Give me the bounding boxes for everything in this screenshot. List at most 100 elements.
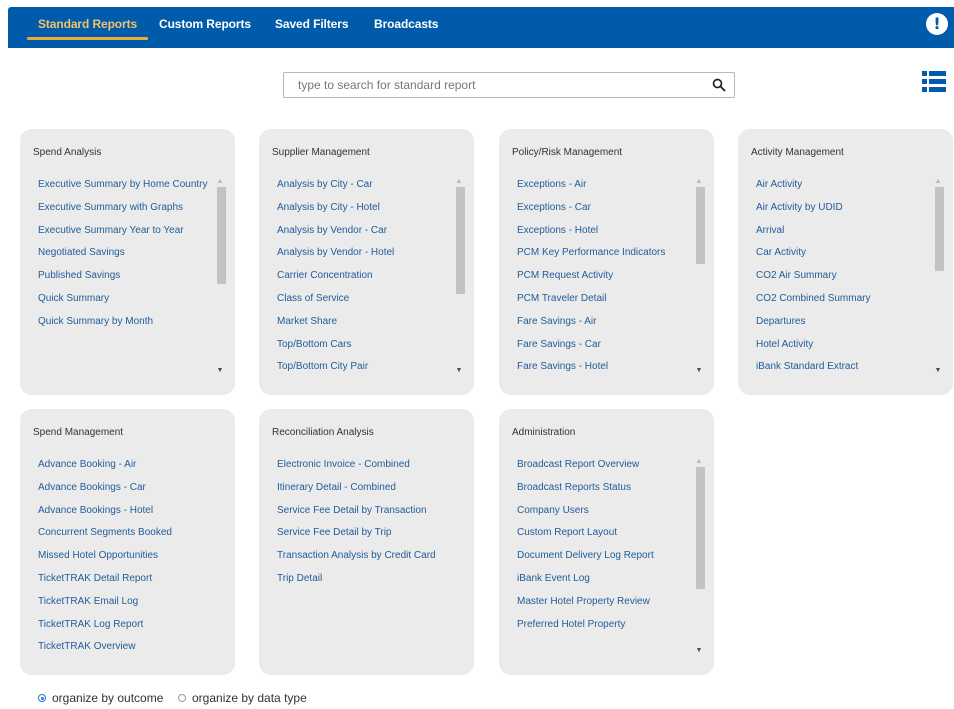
report-link[interactable]: Exceptions - Hotel <box>517 223 695 238</box>
report-link[interactable]: Trip Detail <box>277 571 455 586</box>
report-link[interactable]: Advance Bookings - Car <box>38 480 228 495</box>
report-link[interactable]: Air Activity by UDID <box>756 200 934 215</box>
report-link[interactable]: Top/Bottom Cars <box>277 337 455 352</box>
report-link[interactable]: Car Activity <box>756 245 934 260</box>
report-search-input[interactable] <box>284 73 718 97</box>
report-link[interactable]: Concurrent Segments Booked <box>38 525 228 540</box>
report-link[interactable]: Top/Bottom City Pair <box>277 359 455 374</box>
report-link[interactable]: Quick Summary by Month <box>38 314 216 329</box>
scrollbar-thumb[interactable] <box>456 187 465 294</box>
scrollbar-thumb[interactable] <box>217 187 226 284</box>
exclamation-circle-icon[interactable]: ! <box>926 13 948 35</box>
scroll-down-arrow-icon[interactable]: ▼ <box>454 367 464 375</box>
report-link[interactable]: Preferred Hotel Property <box>517 617 695 632</box>
report-link[interactable]: Executive Summary with Graphs <box>38 200 216 215</box>
card-title: Spend Analysis <box>33 147 102 158</box>
report-link[interactable]: Analysis by Vendor - Hotel <box>277 245 455 260</box>
card-title: Administration <box>512 427 576 438</box>
report-link[interactable]: Fare Savings - Hotel <box>517 359 695 374</box>
radio-unselected-icon[interactable] <box>178 694 186 702</box>
list-scrollbar[interactable]: ▲ ▼ <box>933 178 944 375</box>
report-link[interactable]: CO2 Combined Summary <box>756 291 934 306</box>
report-link[interactable]: Missed Hotel Opportunities <box>38 548 228 563</box>
report-link[interactable]: PCM Key Performance Indicators <box>517 245 695 260</box>
report-link[interactable]: CO2 Air Summary <box>756 268 934 283</box>
scroll-up-arrow-icon[interactable]: ▲ <box>933 178 943 186</box>
report-list: Air Activity Air Activity by UDID Arriva… <box>756 177 934 377</box>
scroll-up-arrow-icon[interactable]: ▲ <box>215 178 225 186</box>
report-link[interactable]: Advance Bookings - Hotel <box>38 503 228 518</box>
report-link[interactable]: Class of Service <box>277 291 455 306</box>
report-list: Executive Summary by Home Country Execut… <box>38 177 216 377</box>
report-link[interactable]: TicketTRAK Email Log <box>38 594 228 609</box>
report-link[interactable]: Carrier Concentration <box>277 268 455 283</box>
report-link[interactable]: Analysis by City - Car <box>277 177 455 192</box>
report-link[interactable]: Document Delivery Log Report <box>517 548 695 563</box>
scroll-up-arrow-icon[interactable]: ▲ <box>694 178 704 186</box>
report-link[interactable]: Departures <box>756 314 934 329</box>
report-link[interactable]: Exceptions - Air <box>517 177 695 192</box>
report-link[interactable]: Quick Summary <box>38 291 216 306</box>
tab-broadcasts[interactable]: Broadcasts <box>374 7 438 48</box>
report-link[interactable]: Analysis by City - Hotel <box>277 200 455 215</box>
report-link[interactable]: Analysis by Vendor - Car <box>277 223 455 238</box>
report-link[interactable]: Service Fee Detail by Transaction <box>277 503 455 518</box>
report-link[interactable]: Broadcast Report Overview <box>517 457 695 472</box>
scrollbar-thumb[interactable] <box>935 187 944 271</box>
scroll-up-arrow-icon[interactable]: ▲ <box>454 178 464 186</box>
report-link[interactable]: Broadcast Reports Status <box>517 480 695 495</box>
report-link[interactable]: iBank Standard Extract <box>756 359 934 374</box>
report-link[interactable]: Exceptions - Car <box>517 200 695 215</box>
search-icon[interactable] <box>712 78 726 92</box>
scroll-down-arrow-icon[interactable]: ▼ <box>694 647 704 655</box>
report-link[interactable]: TicketTRAK Detail Report <box>38 571 228 586</box>
top-navigation-bar: Standard Reports Custom Reports Saved Fi… <box>8 7 954 48</box>
report-link[interactable]: TicketTRAK Overview <box>38 639 228 654</box>
card-supplier-management: Supplier Management Analysis by City - C… <box>259 129 474 395</box>
report-link[interactable]: Advance Booking - Air <box>38 457 228 472</box>
report-link[interactable]: PCM Traveler Detail <box>517 291 695 306</box>
report-link[interactable]: TicketTRAK Log Report <box>38 617 228 632</box>
scroll-down-arrow-icon[interactable]: ▼ <box>215 367 225 375</box>
report-link[interactable]: Fare Savings - Air <box>517 314 695 329</box>
report-link[interactable]: iBank Event Log <box>517 571 695 586</box>
report-link[interactable]: Transaction Analysis by Credit Card <box>277 548 455 563</box>
report-link[interactable]: Negotiated Savings <box>38 245 216 260</box>
card-spend-analysis: Spend Analysis Executive Summary by Home… <box>20 129 235 395</box>
scrollbar-thumb[interactable] <box>696 187 705 264</box>
report-link[interactable]: Executive Summary by Home Country <box>38 177 216 192</box>
scroll-down-arrow-icon[interactable]: ▼ <box>694 367 704 375</box>
radio-selected-icon[interactable] <box>38 694 46 702</box>
report-link[interactable]: Itinerary Detail - Combined <box>277 480 455 495</box>
list-view-icon[interactable] <box>922 70 946 94</box>
report-link[interactable]: Executive Summary Year to Year <box>38 223 216 238</box>
report-link[interactable]: Market Share <box>277 314 455 329</box>
scrollbar-thumb[interactable] <box>696 467 705 589</box>
report-link[interactable]: Company Users <box>517 503 695 518</box>
radio-label: organize by data type <box>192 691 307 705</box>
report-link[interactable]: Master Hotel Property Review <box>517 594 695 609</box>
report-list: Advance Booking - Air Advance Bookings -… <box>38 457 228 665</box>
report-list: Broadcast Report Overview Broadcast Repo… <box>517 457 695 665</box>
tab-saved-filters[interactable]: Saved Filters <box>275 7 349 48</box>
list-scrollbar[interactable]: ▲ ▼ <box>694 178 705 375</box>
report-list: Analysis by City - Car Analysis by City … <box>277 177 455 377</box>
report-link[interactable]: Service Fee Detail by Trip <box>277 525 455 540</box>
report-link[interactable]: Arrival <box>756 223 934 238</box>
report-link[interactable]: Air Activity <box>756 177 934 192</box>
list-scrollbar[interactable]: ▲ ▼ <box>454 178 465 375</box>
card-title: Activity Management <box>751 147 844 158</box>
report-link[interactable]: Fare Savings - Car <box>517 337 695 352</box>
tab-custom-reports[interactable]: Custom Reports <box>159 7 251 48</box>
card-policy-risk-management: Policy/Risk Management Exceptions - Air … <box>499 129 714 395</box>
scroll-up-arrow-icon[interactable]: ▲ <box>694 458 704 466</box>
report-link[interactable]: Published Savings <box>38 268 216 283</box>
list-scrollbar[interactable]: ▲ ▼ <box>694 458 705 655</box>
scroll-down-arrow-icon[interactable]: ▼ <box>933 367 943 375</box>
report-link[interactable]: Custom Report Layout <box>517 525 695 540</box>
list-scrollbar[interactable]: ▲ ▼ <box>215 178 226 375</box>
report-link[interactable]: Hotel Activity <box>756 337 934 352</box>
report-link[interactable]: PCM Request Activity <box>517 268 695 283</box>
report-link[interactable]: Electronic Invoice - Combined <box>277 457 455 472</box>
tab-standard-reports[interactable]: Standard Reports <box>26 7 149 48</box>
